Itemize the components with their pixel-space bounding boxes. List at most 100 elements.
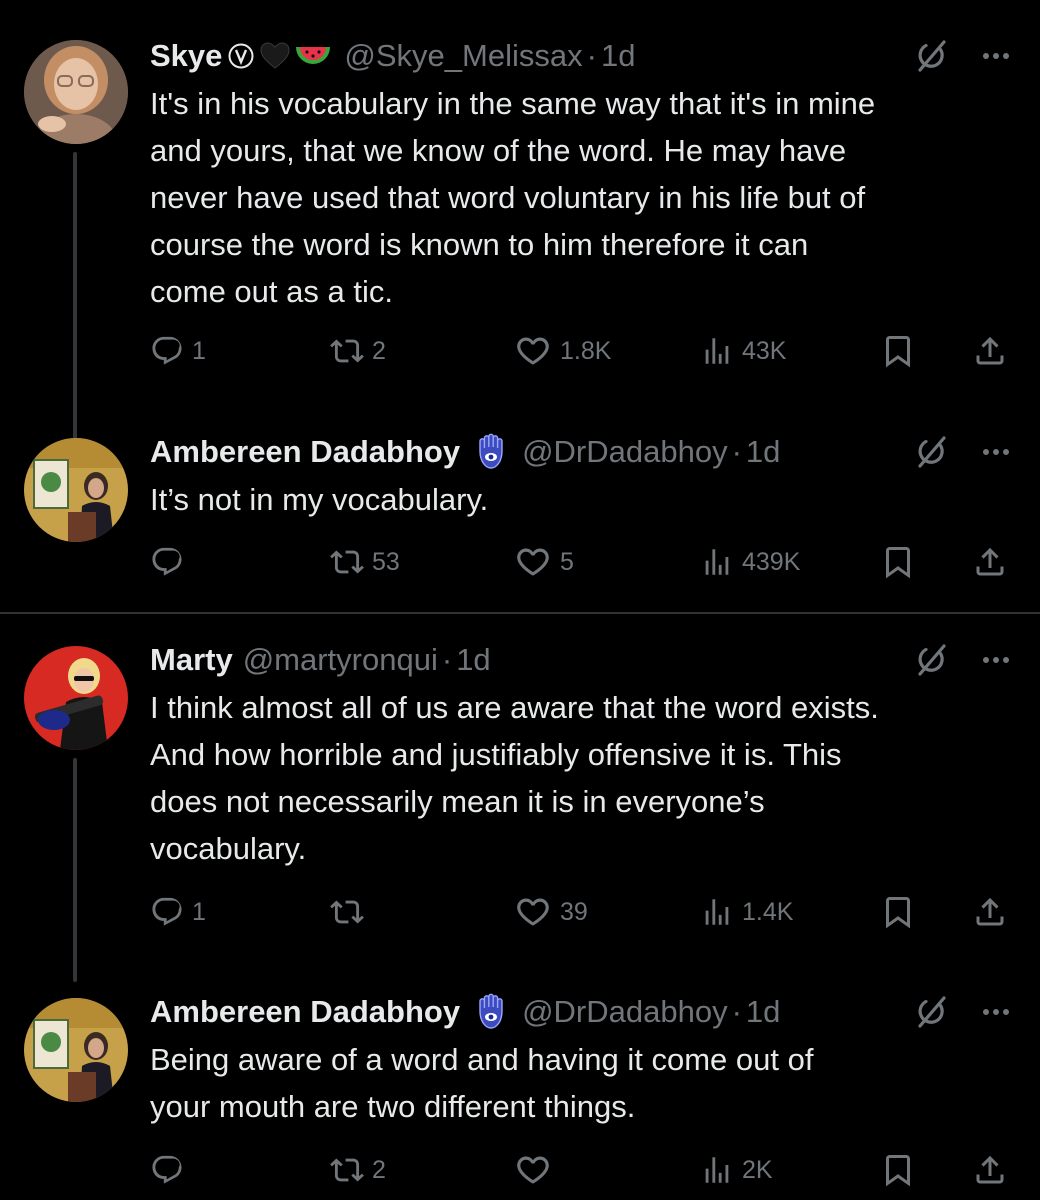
separator-dot: · xyxy=(586,38,597,73)
user-handle[interactable]: @Skye_Melissax xyxy=(344,38,582,74)
thread-line xyxy=(73,152,77,454)
share-icon xyxy=(972,544,1008,580)
tweet-actions: 53 5 439K xyxy=(0,540,1040,584)
tweet[interactable]: Marty @martyronqui · 1d I think almost a… xyxy=(0,640,1040,990)
grok-icon[interactable] xyxy=(912,432,956,472)
thread-divider xyxy=(0,612,1040,614)
views-icon xyxy=(700,1153,734,1187)
repost-button[interactable]: 53 xyxy=(330,540,400,584)
watermelon-icon xyxy=(296,41,331,71)
like-button[interactable]: 5 xyxy=(514,540,574,584)
display-name[interactable]: Ambereen Dadabhoy xyxy=(150,434,460,470)
timestamp[interactable]: 1d xyxy=(601,38,635,74)
timestamp[interactable]: 1d xyxy=(746,434,780,470)
more-options-icon[interactable] xyxy=(974,640,1018,680)
views-button[interactable]: 439K xyxy=(700,540,800,584)
verified-v-icon xyxy=(228,43,254,69)
view-count: 43K xyxy=(742,336,787,365)
repost-button[interactable] xyxy=(330,890,372,934)
bookmark-icon xyxy=(880,544,916,580)
hamsa-icon xyxy=(474,993,508,1031)
like-count: 1.8K xyxy=(560,336,612,365)
share-icon xyxy=(972,333,1008,369)
bookmark-button[interactable] xyxy=(880,329,916,373)
view-count: 2K xyxy=(742,1155,773,1184)
share-button[interactable] xyxy=(972,540,1008,584)
grok-icon[interactable] xyxy=(912,640,956,680)
reply-button[interactable]: 1 xyxy=(150,890,206,934)
separator-dot: · xyxy=(731,994,742,1029)
tweet-text: It’s not in my vocabulary. xyxy=(150,482,489,517)
repost-count: 2 xyxy=(372,1155,386,1184)
repost-icon xyxy=(330,895,364,929)
black-heart-icon xyxy=(260,42,290,70)
like-count: 5 xyxy=(560,547,574,576)
like-button[interactable]: 1.8K xyxy=(514,329,611,373)
bookmark-icon xyxy=(880,1152,916,1188)
more-options-icon[interactable] xyxy=(974,992,1018,1032)
repost-count: 2 xyxy=(372,336,386,365)
timestamp[interactable]: 1d xyxy=(746,994,780,1030)
more-options-icon[interactable] xyxy=(974,36,1018,76)
tweet[interactable]: Skye @Skye_Melissax · 1d It's in his voc… xyxy=(0,32,1040,454)
repost-count: 53 xyxy=(372,547,400,576)
repost-button[interactable]: 2 xyxy=(330,1148,386,1192)
avatar[interactable] xyxy=(24,438,128,542)
heart-icon xyxy=(514,893,552,931)
user-handle[interactable]: @DrDadabhoy xyxy=(522,994,728,1030)
views-icon xyxy=(700,545,734,579)
tweet[interactable]: Ambereen Dadabhoy @DrDadabhoy · 1d Being… xyxy=(0,992,1040,1200)
tweet-header: Marty @martyronqui · 1d xyxy=(150,640,491,680)
views-button[interactable]: 2K xyxy=(700,1148,773,1192)
heart-icon xyxy=(514,1151,552,1189)
reply-count: 1 xyxy=(192,336,206,365)
repost-button[interactable]: 2 xyxy=(330,329,386,373)
tweet[interactable]: Ambereen Dadabhoy @DrDadabhoy · 1d It’s … xyxy=(0,432,1040,612)
grok-icon[interactable] xyxy=(912,36,956,76)
tweet-text: I think almost all of us are aware that … xyxy=(150,690,879,866)
display-name[interactable]: Marty xyxy=(150,642,233,678)
bookmark-icon xyxy=(880,894,916,930)
reply-icon xyxy=(150,1153,184,1187)
share-button[interactable] xyxy=(972,329,1008,373)
avatar[interactable] xyxy=(24,998,128,1102)
avatar[interactable] xyxy=(24,40,128,144)
separator-dot: · xyxy=(441,642,453,677)
tweet-header: Ambereen Dadabhoy @DrDadabhoy · 1d xyxy=(150,992,780,1032)
tweet-text: Being aware of a word and having it come… xyxy=(150,1042,814,1124)
reply-count: 1 xyxy=(192,897,206,926)
tweet-header: Skye @Skye_Melissax · 1d xyxy=(150,36,635,76)
tweet-actions: 1 2 1.8K 43K xyxy=(0,329,1040,373)
display-name[interactable]: Skye xyxy=(150,38,222,74)
heart-icon xyxy=(514,543,552,581)
display-name[interactable]: Ambereen Dadabhoy xyxy=(150,994,460,1030)
user-handle[interactable]: @martyronqui xyxy=(243,642,438,678)
tweet-header: Ambereen Dadabhoy @DrDadabhoy · 1d xyxy=(150,432,780,472)
more-options-icon[interactable] xyxy=(974,432,1018,472)
share-icon xyxy=(972,1152,1008,1188)
repost-icon xyxy=(330,1153,364,1187)
user-handle[interactable]: @DrDadabhoy xyxy=(522,434,728,470)
bookmark-button[interactable] xyxy=(880,540,916,584)
reply-icon xyxy=(150,895,184,929)
reply-button[interactable] xyxy=(150,1148,192,1192)
heart-icon xyxy=(514,332,552,370)
bookmark-icon xyxy=(880,333,916,369)
views-icon xyxy=(700,334,734,368)
share-button[interactable] xyxy=(972,890,1008,934)
views-button[interactable]: 43K xyxy=(700,329,786,373)
timestamp[interactable]: 1d xyxy=(456,642,490,678)
views-button[interactable]: 1.4K xyxy=(700,890,793,934)
bookmark-button[interactable] xyxy=(880,1148,916,1192)
bookmark-button[interactable] xyxy=(880,890,916,934)
like-button[interactable]: 39 xyxy=(514,890,588,934)
tweet-actions: 2 2K xyxy=(0,1148,1040,1192)
avatar[interactable] xyxy=(24,646,128,750)
reply-button[interactable] xyxy=(150,540,192,584)
share-button[interactable] xyxy=(972,1148,1008,1192)
tweet-actions: 1 39 1.4K xyxy=(0,890,1040,934)
reply-button[interactable]: 1 xyxy=(150,329,206,373)
reply-icon xyxy=(150,545,184,579)
grok-icon[interactable] xyxy=(912,992,956,1032)
like-button[interactable] xyxy=(514,1148,560,1192)
